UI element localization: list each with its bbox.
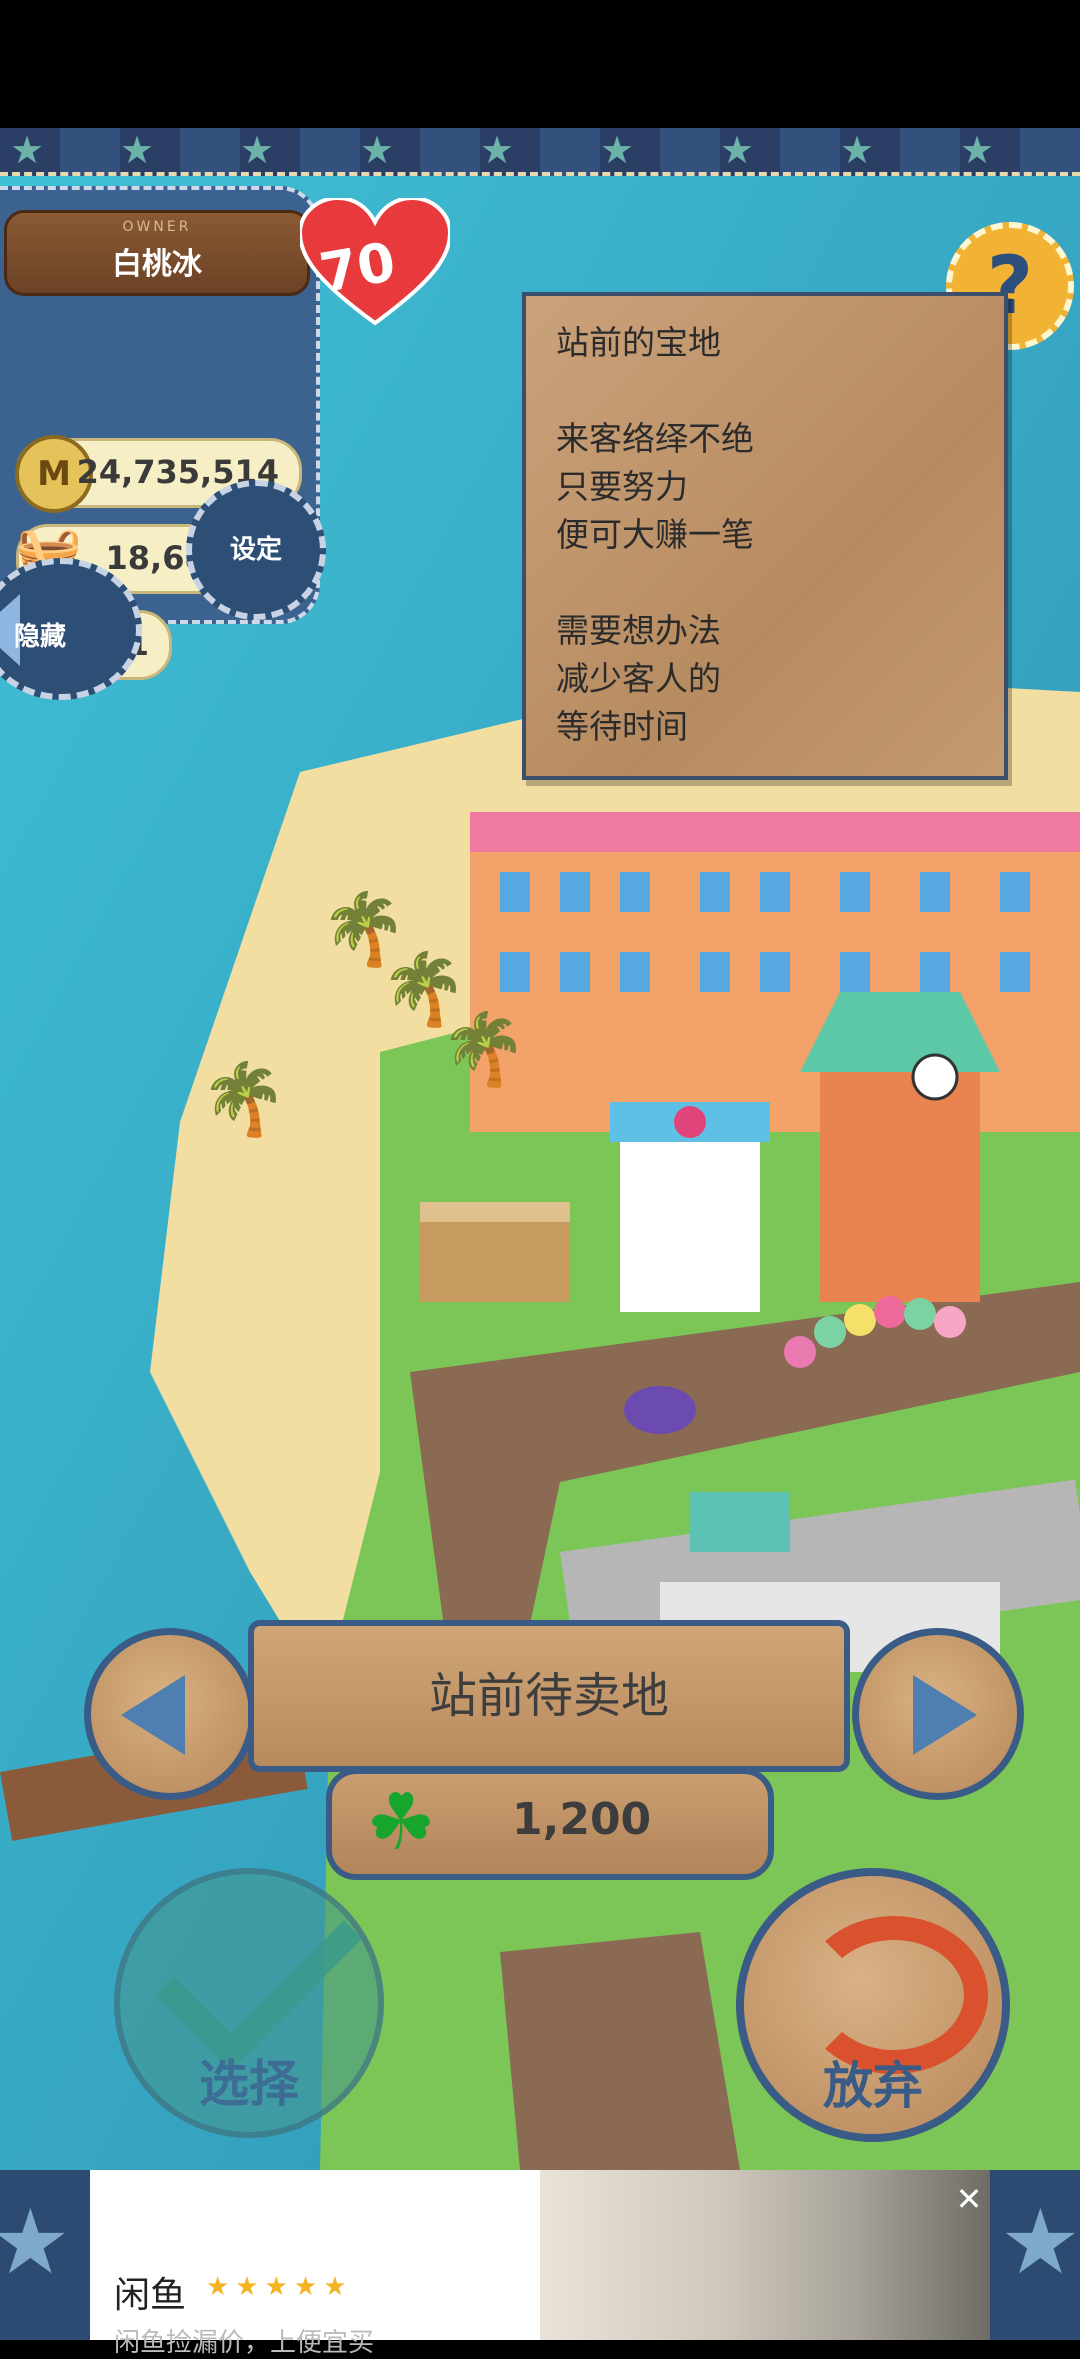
ad-title: 闲鱼 (114, 2275, 187, 2316)
info-line: 来客络绎不绝 (556, 419, 754, 458)
land-price: ☘ 1,200 (326, 1768, 774, 1880)
select-label: 选择 (199, 2055, 299, 2113)
owner-tag: OWNER (122, 219, 192, 235)
palm-tree: 🌴 (440, 1008, 528, 1090)
owner-nameplate: OWNER 白桃冰 (4, 210, 310, 296)
price-value: 1,200 (512, 1794, 652, 1845)
next-land-button[interactable] (852, 1628, 1024, 1800)
owner-name: 白桃冰 (112, 247, 202, 282)
top-border: ★ ★ ★ ★ ★ ★ ★ ★ ★ (0, 128, 1080, 176)
hide-label: 隐藏 (14, 622, 67, 652)
quit-label: 放弃 (823, 2057, 923, 2115)
ad-rating: ★★★★★ (206, 2272, 353, 2302)
game-view[interactable]: 🌴 🌴 🌴 🌴 ★ ★ ★ ★ ★ ★ ★ ★ ★ OWNER 白桃冰 70 M 24,73… (0, 128, 1080, 2170)
info-line: 等待时间 (556, 707, 688, 746)
clock-tower (820, 1072, 980, 1302)
hospital (620, 1132, 760, 1312)
clover-icon: ☘ (366, 1778, 436, 1868)
info-line: 需要想办法 (556, 611, 721, 650)
ad-subtitle: 闲鱼捡漏价，上便宜买 (114, 2328, 375, 2358)
star-decoration-icon: ★ (1000, 2190, 1080, 2295)
ad-card[interactable]: 闲鱼 ★★★★★ 闲鱼捡漏价，上便宜买 (90, 2170, 540, 2358)
station-building (690, 1492, 790, 1552)
status-bar (0, 0, 1080, 128)
ad-banner[interactable]: ★ ★ 闲鱼 ★★★★★ 闲鱼捡漏价，上便宜买 ✕ (0, 2170, 1080, 2358)
info-line: 只要努力 (556, 467, 688, 506)
star-decoration-icon: ★ (0, 2190, 71, 2295)
land-info-card: 站前的宝地 来客络绎不绝 只要努力 便可大赚一笔 需要想办法 减少客人的 等待时… (522, 292, 1008, 780)
info-line: 站前的宝地 (556, 323, 721, 362)
prev-land-button[interactable] (84, 1628, 256, 1800)
select-button[interactable]: 选择 (114, 1863, 384, 2138)
info-line: 便可大赚一笔 (556, 515, 754, 554)
level-value: 70 (315, 229, 401, 306)
quit-button[interactable]: 放弃 (736, 1868, 1010, 2142)
right-triangle-icon (913, 1675, 977, 1755)
land-title: 站前待卖地 (248, 1620, 850, 1772)
left-triangle-icon (121, 1675, 185, 1755)
ad-close-icon[interactable]: ✕ (950, 2180, 988, 2218)
info-line: 减少客人的 (556, 659, 721, 698)
bus-stop-sign (624, 1386, 696, 1434)
ad-image[interactable] (540, 2170, 990, 2340)
palm-tree: 🌴 (200, 1058, 288, 1140)
settings-button[interactable]: 设定 (186, 480, 326, 620)
